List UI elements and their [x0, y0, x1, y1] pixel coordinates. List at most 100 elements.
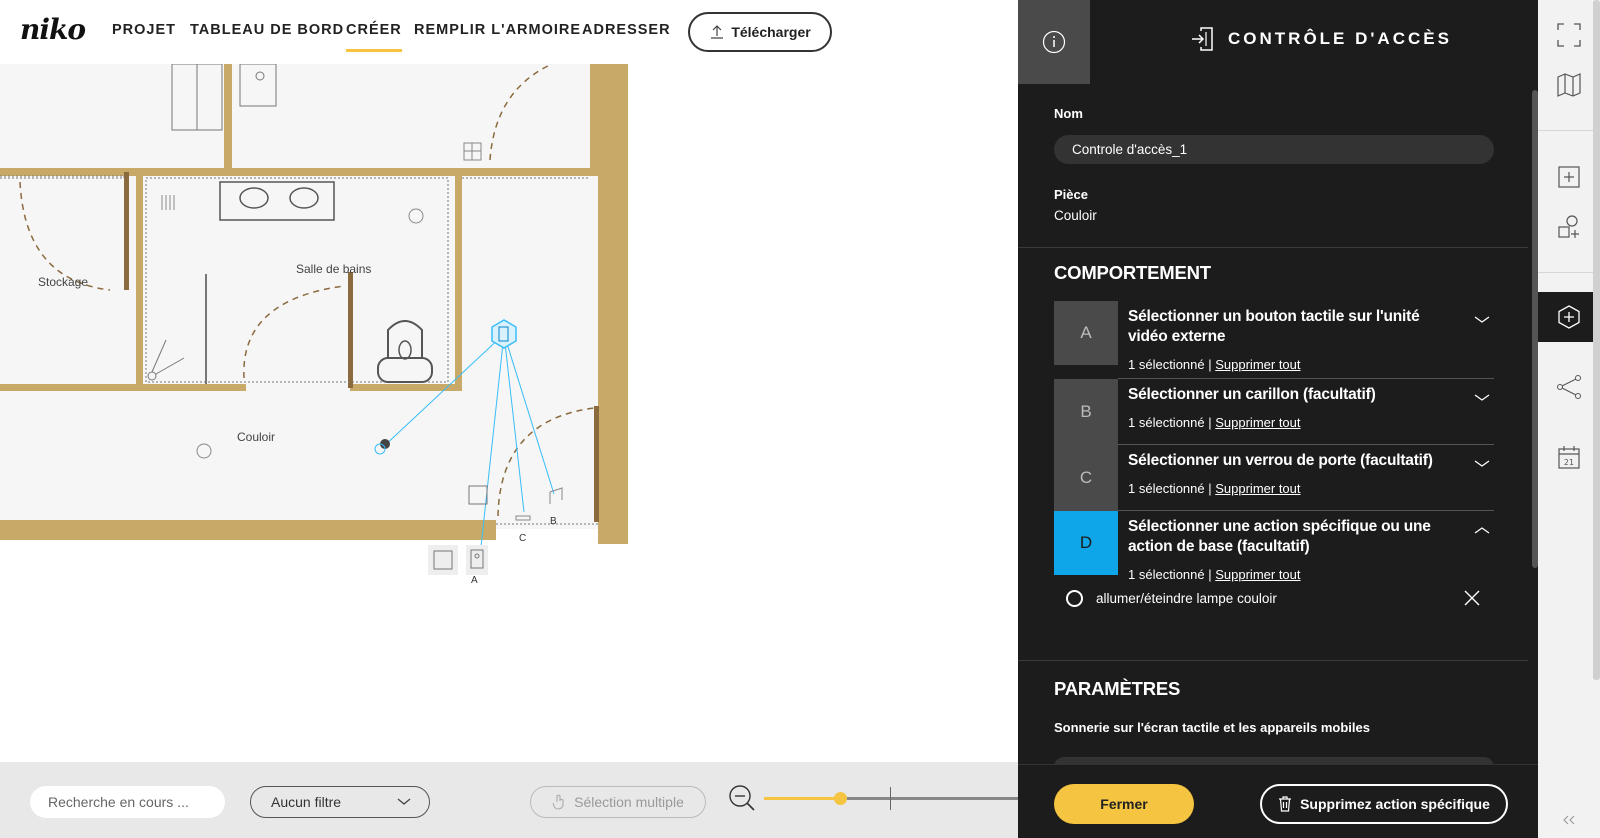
ringtone-setting-label: Sonnerie sur l'écran tactile et les appa…: [1054, 720, 1370, 735]
device-letter-b: B: [550, 516, 557, 527]
name-input[interactable]: [1054, 135, 1494, 164]
top-navigation: niko PROJET TABLEAU DE BORD CRÉER REMPLI…: [0, 0, 1018, 64]
behavior-title-c: Sélectionner un verrou de porte (faculta…: [1128, 452, 1433, 469]
behavior-count-text-c: 1 sélectionné |: [1128, 481, 1212, 496]
behavior-section-title: COMPORTEMENT: [1054, 262, 1211, 283]
behavior-count-text-d: 1 sélectionné |: [1128, 567, 1212, 582]
connect-icon: [1557, 375, 1581, 399]
behavior-count-text-a: 1 sélectionné |: [1128, 357, 1212, 372]
room-label: Pièce: [1054, 187, 1088, 202]
connect-button[interactable]: [1538, 362, 1600, 412]
chevrons-left-icon: [1563, 815, 1575, 825]
chevron-up-icon[interactable]: [1474, 525, 1490, 535]
delete-action-button[interactable]: Supprimez action spécifique: [1260, 784, 1508, 824]
svg-text:21: 21: [1564, 458, 1574, 467]
behavior-letter-d: D: [1054, 511, 1118, 575]
add-plan-button[interactable]: [1538, 152, 1600, 202]
behavior-title-d: Sélectionner une action spécifique ou un…: [1128, 518, 1431, 555]
trash-icon: [1279, 796, 1292, 812]
remove-all-link-b[interactable]: Supprimer tout: [1215, 415, 1300, 430]
room-label-stockage: Stockage: [38, 275, 89, 289]
room-label-couloir: Couloir: [237, 430, 276, 444]
add-device-icon: [1558, 305, 1580, 329]
remove-all-link-a[interactable]: Supprimer tout: [1215, 357, 1300, 372]
panel-header: CONTRÔLE D'ACCÈS: [1018, 0, 1538, 84]
behavior-title-b: Sélectionner un carillon (facultatif): [1128, 386, 1376, 403]
nav-item-creer[interactable]: CRÉER: [346, 22, 402, 52]
remove-all-link-d[interactable]: Supprimer tout: [1215, 567, 1300, 582]
behavior-letter-b: B: [1054, 379, 1118, 445]
zoom-slider[interactable]: [764, 792, 1018, 805]
selected-action-item[interactable]: allumer/éteindre lampe couloir: [1054, 584, 1494, 612]
behavior-count-b: 1 sélectionné | Supprimer tout: [1128, 415, 1301, 430]
info-tab[interactable]: [1018, 0, 1090, 84]
chevron-down-icon[interactable]: [1474, 459, 1490, 469]
behavior-count-a: 1 sélectionné | Supprimer tout: [1128, 357, 1301, 372]
multi-select-label: Sélection multiple: [574, 794, 684, 810]
tool-separator: [1538, 130, 1600, 131]
nav-item-remplir-armoire[interactable]: REMPLIR L'ARMOIRE: [414, 22, 581, 38]
niko-logo[interactable]: niko: [20, 13, 86, 46]
behavior-letter-c: C: [1054, 445, 1118, 511]
nav-item-adresser[interactable]: ADRESSER: [582, 22, 671, 38]
side-toolbar: 21: [1538, 0, 1600, 838]
behavior-item-b[interactable]: B Sélectionner un carillon (facultatif) …: [1054, 379, 1494, 445]
nav-item-tableau-de-bord[interactable]: TABLEAU DE BORD: [190, 22, 344, 38]
nav-item-projet[interactable]: PROJET: [112, 22, 176, 38]
fullscreen-icon: [1557, 23, 1581, 47]
floorplan-canvas[interactable]: Stockage Salle de bains Couloir A B C: [0, 64, 1018, 762]
access-control-panel: CONTRÔLE D'ACCÈS Nom Pièce Couloir COMPO…: [1018, 0, 1538, 838]
selected-action-label: allumer/éteindre lampe couloir: [1096, 591, 1277, 606]
remove-all-link-c[interactable]: Supprimer tout: [1215, 481, 1300, 496]
behavior-item-d[interactable]: D Sélectionner une action spécifique ou …: [1054, 511, 1494, 585]
floorplan-drawing: [0, 64, 628, 575]
zoom-slider-thumb[interactable]: [834, 792, 848, 805]
tool-separator: [1538, 272, 1600, 273]
delete-action-label: Supprimez action spécifique: [1300, 796, 1490, 812]
close-icon[interactable]: [1464, 590, 1480, 606]
chevron-down-icon: [397, 798, 411, 805]
params-section-title: PARAMÈTRES: [1054, 678, 1181, 699]
panel-body[interactable]: Nom Pièce Couloir COMPORTEMENT A Sélecti…: [1018, 84, 1528, 764]
behavior-item-c[interactable]: C Sélectionner un verrou de porte (facul…: [1054, 445, 1494, 511]
panel-title-text: CONTRÔLE D'ACCÈS: [1228, 29, 1452, 48]
zoom-default-mark: [890, 787, 891, 810]
bottom-toolbar: Aucun filtre Sélection multiple: [0, 762, 1018, 838]
zoom-out-icon[interactable]: [728, 784, 756, 812]
panel-title: CONTRÔLE D'ACCÈS: [1190, 26, 1452, 52]
behavior-letter-a: A: [1054, 301, 1118, 365]
panel-footer: Fermer Supprimez action spécifique: [1018, 764, 1538, 838]
upload-button-label: Télécharger: [731, 24, 811, 40]
map-icon: [1557, 73, 1581, 97]
name-label: Nom: [1054, 106, 1083, 121]
filter-select[interactable]: Aucun filtre: [250, 786, 430, 818]
search-input[interactable]: [30, 786, 225, 818]
action-radio[interactable]: [1066, 590, 1083, 607]
room-value: Couloir: [1054, 208, 1097, 223]
filter-select-label: Aucun filtre: [271, 794, 342, 810]
fullscreen-button[interactable]: [1538, 10, 1600, 60]
device-letter-c: C: [519, 533, 527, 544]
add-device-button[interactable]: [1538, 292, 1600, 342]
chevron-down-icon[interactable]: [1474, 315, 1490, 325]
calendar-icon: 21: [1558, 446, 1580, 469]
multi-select-button[interactable]: Sélection multiple: [530, 786, 706, 818]
device-letter-a: A: [471, 575, 478, 586]
add-shape-button[interactable]: [1538, 202, 1600, 252]
chevron-down-icon[interactable]: [1474, 393, 1490, 403]
access-control-icon: [1192, 27, 1213, 51]
collapse-panel-button[interactable]: [1538, 808, 1600, 832]
upload-button[interactable]: Télécharger: [688, 12, 832, 52]
calendar-button[interactable]: 21: [1538, 432, 1600, 482]
page-scrollbar[interactable]: [1593, 0, 1600, 680]
close-button[interactable]: Fermer: [1054, 784, 1194, 824]
ringtone-select[interactable]: [1054, 757, 1494, 764]
behavior-item-a[interactable]: A Sélectionner un bouton tactile sur l'u…: [1054, 301, 1494, 379]
map-button[interactable]: [1538, 60, 1600, 110]
zoom-slider-fill: [764, 797, 841, 800]
behavior-count-text-b: 1 sélectionné |: [1128, 415, 1212, 430]
info-icon: [1042, 30, 1066, 54]
behavior-title-a: Sélectionner un bouton tactile sur l'uni…: [1128, 308, 1420, 345]
divider: [1018, 660, 1528, 661]
upload-icon: [711, 25, 724, 39]
